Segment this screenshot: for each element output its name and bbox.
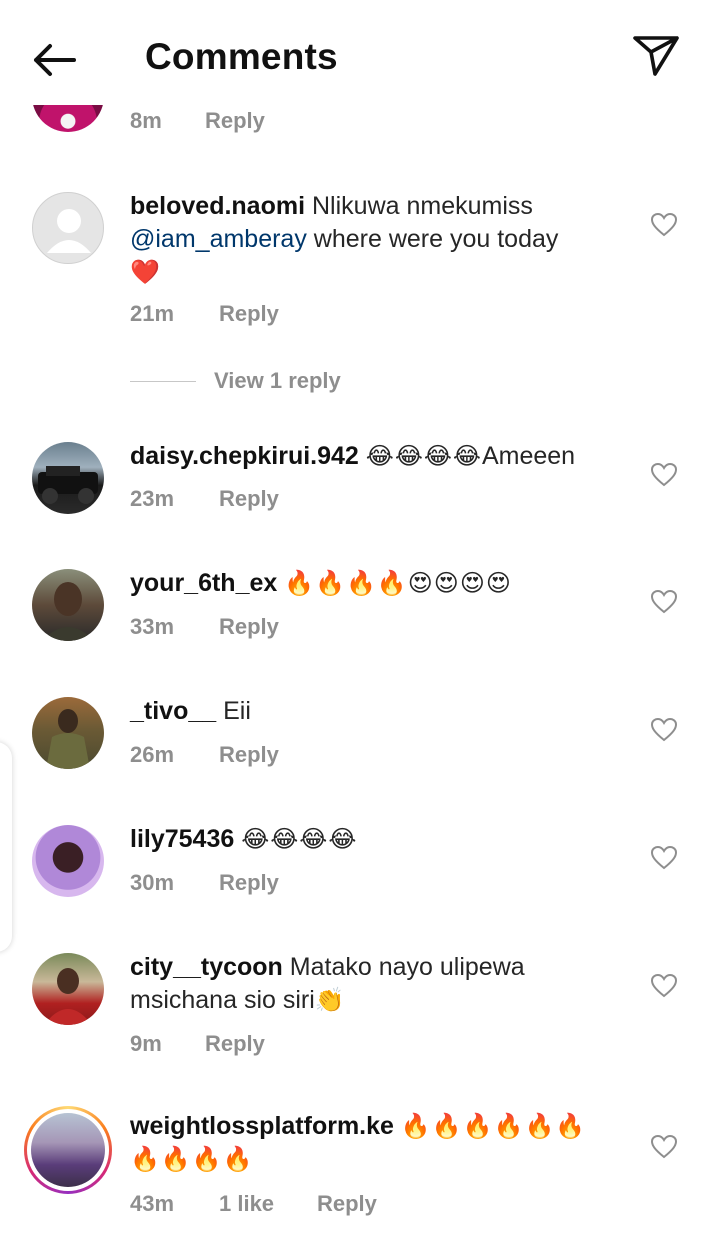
heart-icon [650,589,678,614]
comment-username[interactable]: lily75436 [130,825,234,853]
view-replies-button[interactable]: View 1 reply [130,368,390,398]
comment-body: where were you today [313,225,559,253]
story-ring[interactable] [24,1106,112,1194]
comment-username[interactable]: daisy.chepkirui.942 [130,442,359,470]
comment-username[interactable]: city__tycoon [130,953,283,981]
share-button[interactable] [630,32,682,80]
comment-body: Nlikuwa nmekumiss [312,192,533,220]
arrow-left-icon [34,44,76,76]
comment-time: 26m [130,742,175,767]
comment-username[interactable]: weightlossplatform.ke [130,1112,394,1140]
comment-text: lily75436 😂😂😂😂 [130,823,630,856]
emoji-text: 😂😂😂😂 [365,443,482,470]
avatar[interactable] [32,825,104,897]
divider-line [130,381,196,382]
heart-icon [650,212,678,237]
like-button[interactable] [650,845,678,871]
comment-time: 30m [130,870,175,895]
avatar [31,1113,105,1187]
person-photo-icon [44,968,92,1025]
heart-icon [650,717,678,742]
comment-text: beloved.naomi Nlikuwa nmekumiss @iam_amb… [130,190,630,289]
emoji-text: 🔥🔥🔥🔥😍😍😍😍 [284,570,512,597]
comment-text: _tivo__ Eii [130,695,630,728]
reply-button[interactable]: Reply [219,614,279,640]
comment-text: weightlossplatform.ke 🔥🔥🔥🔥🔥🔥 🔥🔥🔥🔥 [130,1110,630,1176]
avatar[interactable] [32,442,104,514]
likes-count[interactable]: 1 like [219,1191,274,1217]
heart-icon [650,462,678,487]
comment-time: 33m [130,614,175,639]
heart-emoji: ❤️ [130,259,161,286]
emoji-text: 😂😂😂😂 [241,826,358,853]
avatar[interactable] [32,697,104,769]
avatar[interactable] [32,192,104,264]
view-replies-label: View 1 reply [214,368,341,393]
comment-text: your_6th_ex 🔥🔥🔥🔥😍😍😍😍 [130,567,630,600]
comment-body: Eii [223,697,251,725]
comment-time: 9m [130,1031,162,1056]
reply-button[interactable]: Reply [205,108,265,134]
comment-username[interactable]: beloved.naomi [130,192,305,220]
back-button[interactable] [28,38,84,82]
emoji-text: 👏 [314,987,346,1014]
comment-time: 8m [130,108,162,133]
comment-text: daisy.chepkirui.942 😂😂😂😂Ameeen [130,440,630,473]
reply-button[interactable]: Reply [219,870,279,896]
like-button[interactable] [650,462,678,488]
mention-link[interactable]: @iam_amberay [130,225,307,253]
like-button[interactable] [650,212,678,238]
emoji-text: 🔥🔥🔥🔥 [130,1146,254,1173]
like-button[interactable] [650,1134,678,1160]
person-photo-icon [46,709,90,769]
comment-text: city__tycoon Matako nayo ulipewa msichan… [130,951,630,1017]
comment-time: 23m [130,486,175,511]
comment-username[interactable]: _tivo__ [130,697,216,725]
reply-button[interactable]: Reply [317,1191,377,1217]
emoji-text: 🔥🔥🔥🔥🔥🔥 [400,1113,587,1140]
comment-time: 21m [130,301,175,326]
like-button[interactable] [650,717,678,743]
heart-icon [650,845,678,870]
reply-button[interactable]: Reply [219,486,279,512]
person-photo-icon [42,582,94,641]
like-button[interactable] [650,973,678,999]
heart-icon [650,973,678,998]
side-panel-edge [0,742,12,952]
avatar[interactable] [32,569,104,641]
top-bar: Comments [0,0,720,105]
page-title: Comments [145,36,338,77]
partial-comment [0,100,720,145]
heart-icon [650,1134,678,1159]
comment-username[interactable]: your_6th_ex [130,569,277,597]
car-photo-icon [38,466,98,504]
reply-button[interactable]: Reply [219,742,279,768]
like-button[interactable] [650,589,678,615]
comment-body: Ameeen [481,442,576,470]
reply-button[interactable]: Reply [219,301,279,327]
comment-time: 43m [130,1191,175,1216]
reply-button[interactable]: Reply [205,1031,265,1057]
avatar[interactable] [32,953,104,1025]
default-profile-icon [47,209,91,253]
paper-plane-icon [633,36,679,76]
